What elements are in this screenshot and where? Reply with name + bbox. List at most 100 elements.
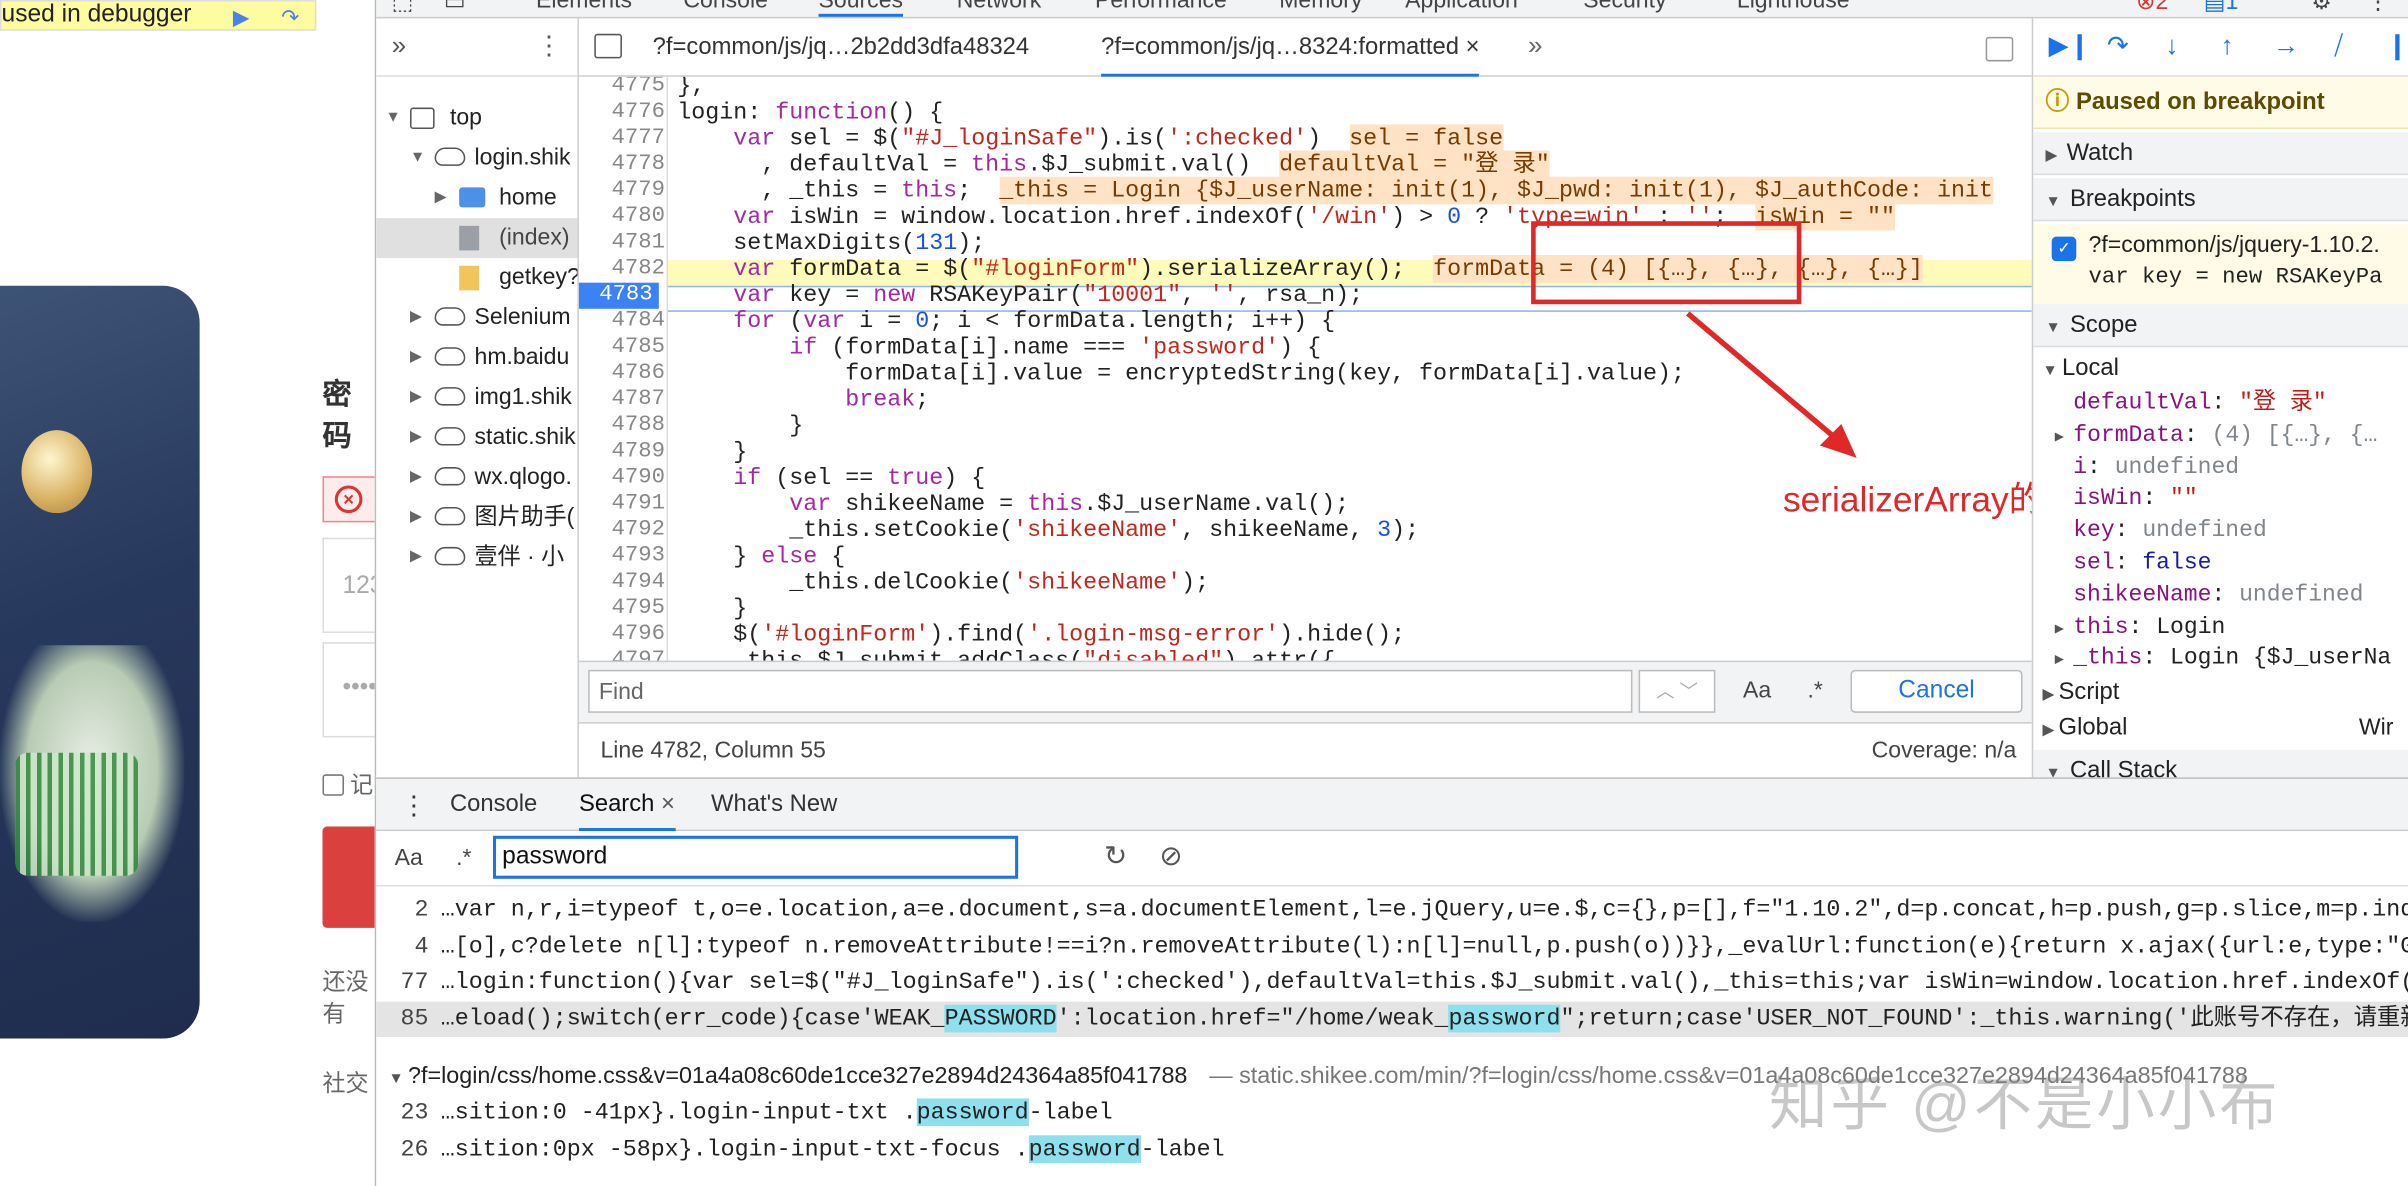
scope-variable-key[interactable]: key: undefined [2073,515,2267,547]
navigator-item[interactable]: ▶ Selenium [376,298,577,338]
collapsed-triangle-icon[interactable]: ▶ [410,338,422,378]
breakpoints-section[interactable]: ▼ Breakpoints [2033,178,2408,222]
line-number[interactable]: 4780 [579,204,664,230]
navigator-item[interactable]: ▶ static.shik [376,418,577,458]
tab-performance[interactable]: Performance [1095,0,1227,14]
search-regex-button[interactable]: .* [456,845,471,871]
pause-exceptions-icon[interactable]: ❙ [2386,31,2407,62]
script-scope[interactable]: ▶ Script [2042,676,2119,708]
more-options-icon[interactable]: ⋮ [2367,0,2390,15]
step-icon[interactable]: → [2273,31,2299,62]
tab-memory[interactable]: Memory [1279,0,1362,14]
step-into-icon[interactable]: ↓ [2165,31,2178,62]
navigator-item[interactable]: ▶ 图片助手( [376,498,577,538]
drawer-tab-whats-new[interactable]: What's New [711,791,837,819]
breakpoint-item[interactable]: ✓ ?f=common/js/jquery-1.10.2. var key = … [2033,224,2408,305]
line-number[interactable]: 4775 [579,77,664,100]
scope-variable-defaultval[interactable]: defaultVal: "登 录" [2073,387,2326,419]
expanded-triangle-icon[interactable]: ▼ [385,98,400,138]
step-out-icon[interactable]: ↑ [2221,31,2234,62]
scope-variable-iswin[interactable]: isWin: "" [2073,483,2197,515]
step-over-icon[interactable]: ↷ [272,3,309,31]
expanded-triangle-icon[interactable]: ▼ [410,138,425,178]
tab-network[interactable]: Network [957,0,1041,14]
scope-variable-i[interactable]: i: undefined [2073,451,2239,483]
drawer-tab-console[interactable]: Console [450,791,537,819]
line-number[interactable]: 4794 [579,570,664,596]
search-result-row[interactable]: 2 …var n,r,i=typeof t,o=e.location,a=e.do… [376,893,2408,928]
collapsed-triangle-icon[interactable]: ▶ [410,498,422,538]
line-number[interactable]: 4777 [579,126,664,152]
checkbox-icon[interactable] [322,774,344,796]
scope-variable-this[interactable]: ▶ _this: Login {$J_userNa [2055,643,2391,675]
navigator-item[interactable]: ▶ img1.shik [376,378,577,418]
regex-button[interactable]: .* [1808,678,1823,704]
line-number[interactable]: 4789 [579,439,664,465]
line-number[interactable]: 4781 [579,230,664,256]
find-prev-next-icon[interactable]: ︿ ﹀ [1638,669,1716,713]
call-stack-section[interactable]: ▼ Call Stack [2033,749,2408,778]
settings-gear-icon[interactable]: ⚙ [2311,0,2332,15]
collapsed-triangle-icon[interactable]: ▶ [410,378,422,418]
global-scope[interactable]: ▶ Global [2042,711,2127,743]
username-input[interactable]: 123 [322,537,375,633]
navigator-item[interactable]: ▶ hm.baidu [376,338,577,378]
collapsed-triangle-icon[interactable]: ▶ [410,418,422,458]
collapsed-triangle-icon[interactable]: ▶ [410,538,422,578]
line-number[interactable]: 4785 [579,335,664,361]
message-count-icon[interactable]: ▤1 [2204,0,2239,15]
line-number[interactable]: 4795 [579,596,664,622]
more-editor-tabs-icon[interactable]: » [1528,31,1543,62]
refresh-icon[interactable]: ↻ [1104,840,1127,872]
line-number[interactable]: 4792 [579,518,664,544]
find-input[interactable]: Find [588,669,1633,713]
editor-tab-minified[interactable]: ?f=common/js/jq…2b2dd3dfa48324 [653,34,1029,62]
toggle-navigator-icon[interactable] [594,33,622,59]
inspect-icon[interactable]: ⬚ [392,0,414,15]
breakpoint-checkbox[interactable]: ✓ [2051,236,2077,262]
collapsed-triangle-icon[interactable]: ▶ [435,178,447,218]
collapsed-triangle-icon[interactable]: ▶ [410,298,422,338]
toggle-debugger-icon[interactable] [1985,36,2014,62]
tab-elements[interactable]: Elements [536,0,632,14]
breakpoint-line-number[interactable]: 4783 [578,282,659,309]
remember-me-checkbox[interactable]: 记 [322,768,373,800]
password-input[interactable]: •••• [322,642,375,738]
line-number[interactable]: 4787 [579,387,664,413]
search-input[interactable]: password [492,835,1019,879]
resume-script-icon[interactable]: ▶❙ [2049,31,2091,62]
close-tab-icon[interactable]: × [1466,34,1480,60]
line-number[interactable]: 4788 [579,413,664,439]
more-tabs-icon[interactable]: » [392,31,407,62]
search-result-row[interactable]: 4 …[o],c?delete n[l]:typeof n.removeAttri… [376,929,2408,964]
line-number[interactable]: 4778 [579,152,664,178]
step-over-icon[interactable]: ↷ [2107,31,2129,62]
navigator-item[interactable]: ▶ home [376,178,577,218]
line-number[interactable]: 4796 [579,622,664,648]
drawer-tab-search[interactable]: Search × [578,791,675,832]
line-number-gutter[interactable]: 4775 4776 4777 4778 4779 4780 4781 4782 4783 4784… [578,76,669,661]
scope-variable-shikeename[interactable]: shikeeName: undefined [2073,579,2363,611]
line-number[interactable]: 4782 [579,257,664,283]
navigator-item[interactable]: (index) [376,218,578,259]
device-toolbar-icon[interactable]: ▭ [444,0,466,15]
navigator-menu-icon[interactable]: ⋮ [536,31,562,62]
resume-icon[interactable]: ▶ [223,3,260,31]
clear-icon[interactable]: ⊘ [1159,840,1182,872]
scope-variable-this[interactable]: ▶ this: Login [2055,611,2226,643]
scope-variable-formdata[interactable]: ▶ formData: (4) [{…}, {… [2055,419,2378,451]
collapsed-triangle-icon[interactable]: ▶ [410,458,422,498]
navigator-item[interactable]: ▼ login.shik [376,138,577,178]
navigator-item[interactable]: ▶ 壹伴 · 小 [376,538,577,578]
navigator-item[interactable]: ▼ top [376,98,577,138]
navigator-item[interactable]: getkey? [376,258,577,298]
scope-variable-sel[interactable]: sel: false [2073,547,2211,579]
line-number[interactable]: 4791 [579,492,664,518]
search-match-case-button[interactable]: Aa [395,845,423,871]
navigator-item[interactable]: ▶ wx.qlogo. [376,458,577,498]
tab-lighthouse[interactable]: Lighthouse [1737,0,1850,14]
tab-security[interactable]: Security [1583,0,1666,14]
close-tab-icon[interactable]: × [661,791,675,817]
scope-section[interactable]: ▼ Scope [2033,304,2408,348]
search-result-row[interactable]: 77 …login:function(){var sel=$("#J_loginS… [376,965,2408,1000]
